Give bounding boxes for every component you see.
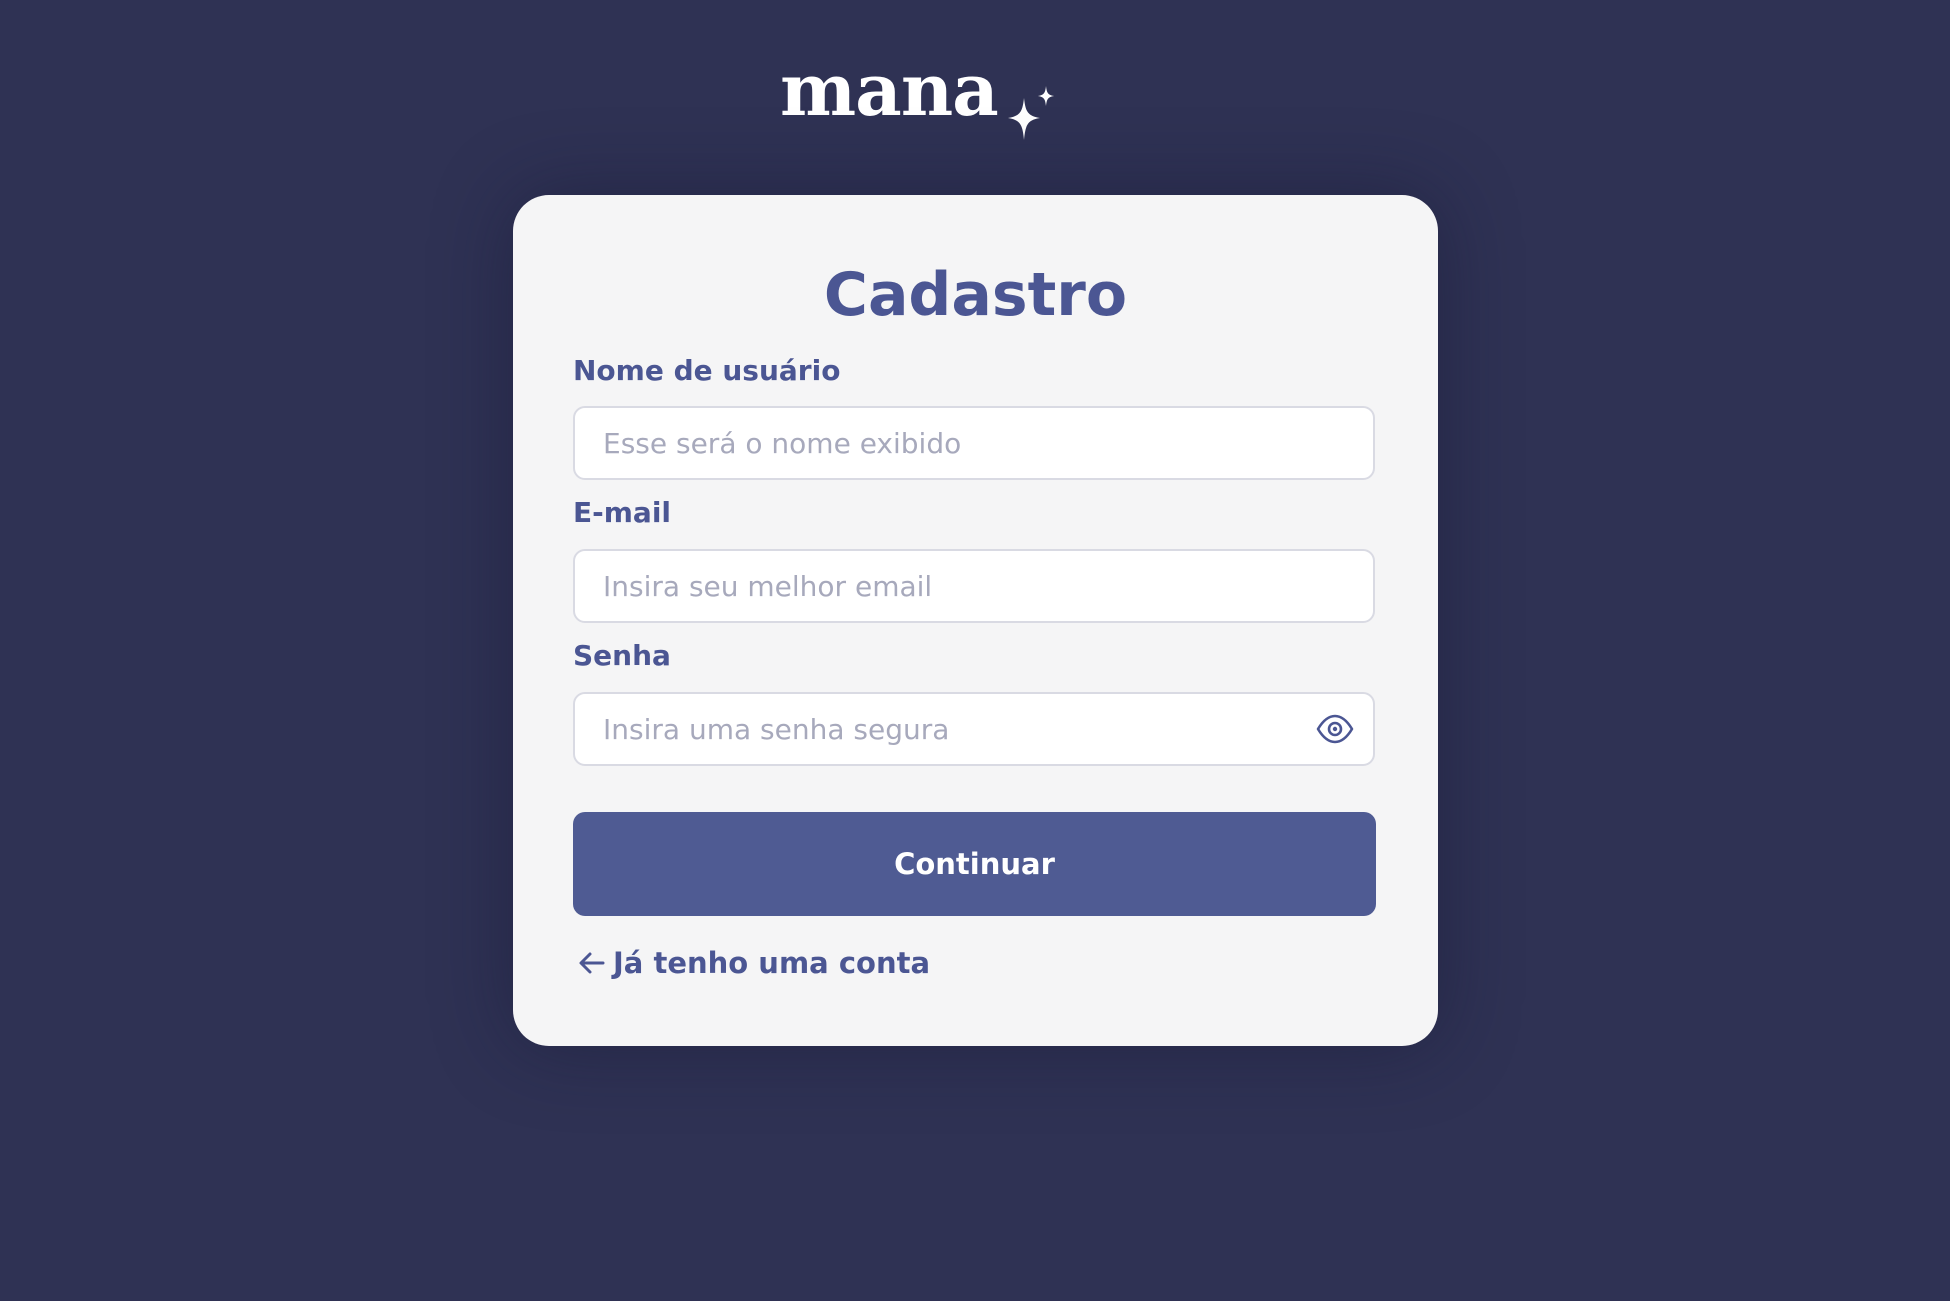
username-label: Nome de usuário bbox=[573, 354, 841, 387]
continue-button[interactable]: Continuar bbox=[573, 812, 1376, 916]
password-input[interactable] bbox=[603, 694, 1303, 764]
signup-card: Cadastro Nome de usuário E-mail Senha Co… bbox=[513, 195, 1438, 1046]
brand-logo: mana bbox=[780, 40, 1070, 150]
login-link[interactable]: Já tenho uma conta bbox=[577, 943, 930, 983]
page-title: Cadastro bbox=[823, 260, 1128, 330]
brand-name: mana bbox=[780, 47, 999, 132]
arrow-left-icon bbox=[579, 952, 605, 974]
username-input[interactable] bbox=[603, 408, 1303, 478]
password-label: Senha bbox=[573, 639, 671, 672]
username-field-wrapper bbox=[573, 406, 1375, 480]
password-field-wrapper bbox=[573, 692, 1375, 766]
email-field-wrapper bbox=[573, 549, 1375, 623]
sparkle-icon bbox=[1008, 86, 1054, 140]
email-label: E-mail bbox=[573, 496, 672, 529]
email-input[interactable] bbox=[603, 551, 1303, 621]
login-link-label: Já tenho uma conta bbox=[613, 946, 931, 980]
eye-icon[interactable] bbox=[1315, 711, 1355, 747]
